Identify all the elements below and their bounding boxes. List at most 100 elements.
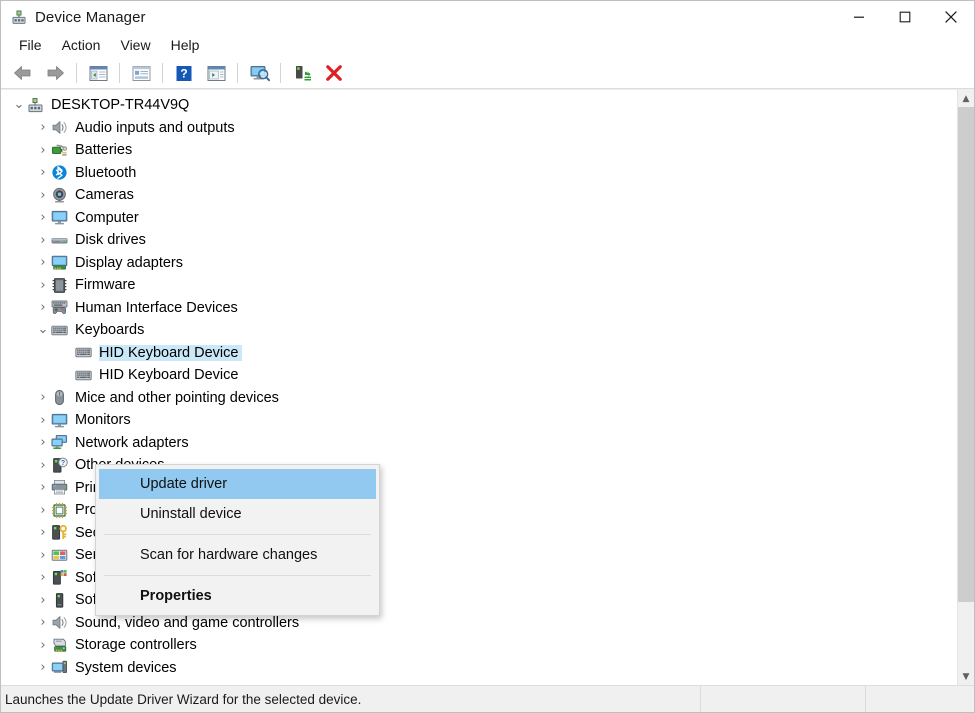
processor-icon (51, 502, 68, 519)
tree-row[interactable]: › Firmware (1, 274, 957, 297)
menu-file[interactable]: File (9, 35, 52, 56)
tree-row[interactable]: › Mice and other pointing devices (1, 387, 957, 410)
firmware-chip-icon (51, 277, 68, 294)
context-menu-item[interactable]: Update driver (99, 469, 376, 499)
chevron-right-icon[interactable]: › (35, 232, 51, 248)
help-question-icon: ? (175, 65, 193, 82)
chevron-right-icon[interactable]: › (35, 480, 51, 496)
storage-controller-icon (51, 637, 68, 654)
tree-row-label: HID Keyboard Device (99, 344, 243, 361)
tree-row[interactable]: › Display adapters (1, 252, 957, 275)
tree-row[interactable]: › Monitors (1, 409, 957, 432)
tree-row[interactable]: ⌄ Keyboards (1, 319, 957, 342)
tree-row-label: Disk drives (75, 232, 146, 249)
help-button[interactable]: ? (169, 60, 199, 86)
maximize-button[interactable] (882, 1, 928, 33)
chevron-right-icon[interactable]: › (35, 457, 51, 473)
scroll-up-button[interactable]: ▲ (958, 90, 974, 107)
chevron-right-icon[interactable]: › (35, 570, 51, 586)
chevron-down-icon[interactable]: ⌄ (35, 322, 51, 338)
other-device-icon: ? (51, 457, 68, 474)
tree-row[interactable]: › Batteries (1, 139, 957, 162)
tree-row[interactable]: › Computer (1, 207, 957, 230)
chevron-down-icon: ▼ (962, 671, 970, 682)
forward-button[interactable] (40, 60, 70, 86)
context-menu-separator (104, 534, 371, 535)
tree-row[interactable]: › Bluetooth (1, 162, 957, 185)
tree-row-label: Network adapters (75, 434, 189, 451)
tree-row[interactable]: › Storage controllers (1, 634, 957, 657)
chevron-right-icon[interactable]: › (35, 210, 51, 226)
properties-button[interactable] (126, 60, 156, 86)
menu-action[interactable]: Action (52, 35, 111, 56)
computer-root-icon (27, 97, 44, 114)
update-driver-button[interactable] (287, 60, 317, 86)
tree-row[interactable]: HID Keyboard Device (1, 364, 957, 387)
scroll-down-button[interactable]: ▼ (958, 668, 974, 685)
tree-row[interactable]: › Network adapters (1, 432, 957, 455)
chevron-right-icon[interactable]: › (35, 120, 51, 136)
show-hide-action-pane-button[interactable] (201, 60, 231, 86)
scrollbar-track[interactable] (958, 107, 974, 668)
chevron-right-icon[interactable]: › (35, 255, 51, 271)
chevron-right-icon[interactable]: › (35, 502, 51, 518)
context-menu-item-label: Properties (140, 588, 212, 604)
chevron-right-icon[interactable]: › (35, 187, 51, 203)
menu-view[interactable]: View (110, 35, 160, 56)
show-hide-console-tree-button[interactable] (83, 60, 113, 86)
toolbar-separator-1 (76, 63, 77, 83)
chevron-up-icon: ▲ (962, 93, 970, 104)
chevron-right-icon[interactable]: › (35, 165, 51, 181)
chevron-right-icon[interactable]: › (35, 435, 51, 451)
context-menu-item[interactable]: Scan for hardware changes (99, 540, 376, 570)
toolbar-separator-2 (119, 63, 120, 83)
sensor-icon (51, 547, 68, 564)
tree-row[interactable]: › Cameras (1, 184, 957, 207)
chevron-right-icon[interactable]: › (35, 412, 51, 428)
tree-row[interactable]: › System devices (1, 657, 957, 680)
tree-row[interactable]: ⌄ DESKTOP-TR44V9Q (1, 94, 957, 117)
context-menu[interactable]: Update driver Uninstall device Scan for ha… (95, 464, 380, 616)
chevron-right-icon[interactable]: › (35, 300, 51, 316)
chevron-right-icon[interactable]: › (35, 525, 51, 541)
keyboard-device-icon (75, 344, 92, 361)
tree-row-label: Firmware (75, 277, 136, 294)
tree-row-label: Storage controllers (75, 637, 197, 654)
back-arrow-icon (13, 64, 33, 82)
tree-row[interactable]: HID Keyboard Device (1, 342, 957, 365)
scrollbar-thumb[interactable] (958, 107, 974, 602)
scan-for-hardware-changes-button[interactable] (244, 60, 274, 86)
close-button[interactable] (928, 1, 974, 33)
tree-row-label: Bluetooth (75, 164, 137, 181)
chevron-right-icon[interactable]: › (35, 592, 51, 608)
tree-row[interactable]: › Disk drives (1, 229, 957, 252)
window-title: Device Manager (35, 8, 146, 26)
chevron-right-icon[interactable]: › (35, 660, 51, 676)
chevron-right-icon[interactable]: › (35, 277, 51, 293)
context-menu-item[interactable]: Uninstall device (99, 499, 376, 529)
tree-row[interactable]: › Human Interface Devices (1, 297, 957, 320)
chevron-right-icon[interactable]: › (35, 142, 51, 158)
chevron-right-icon[interactable]: › (35, 615, 51, 631)
uninstall-device-button[interactable] (319, 60, 349, 86)
chevron-right-icon[interactable]: › (35, 637, 51, 653)
chevron-right-icon[interactable]: › (35, 547, 51, 563)
chevron-down-icon[interactable]: ⌄ (11, 97, 27, 113)
toolbar: ? (1, 58, 974, 89)
update-driver-icon (293, 64, 312, 82)
chevron-right-icon[interactable]: › (35, 390, 51, 406)
minimize-button[interactable] (836, 1, 882, 33)
back-button[interactable] (8, 60, 38, 86)
speaker-icon (51, 119, 68, 136)
context-menu-item[interactable]: Properties (99, 581, 376, 611)
tree-row-label: Mice and other pointing devices (75, 389, 279, 406)
security-key-icon (51, 524, 68, 541)
properties-icon (132, 65, 151, 82)
tree-row[interactable]: › Audio inputs and outputs (1, 117, 957, 140)
hid-gamepad-icon (51, 299, 68, 316)
menu-help[interactable]: Help (161, 35, 210, 56)
context-menu-item-label: Scan for hardware changes (140, 547, 318, 563)
system-device-icon (51, 659, 68, 676)
vertical-scrollbar[interactable]: ▲ ▼ (957, 90, 974, 685)
